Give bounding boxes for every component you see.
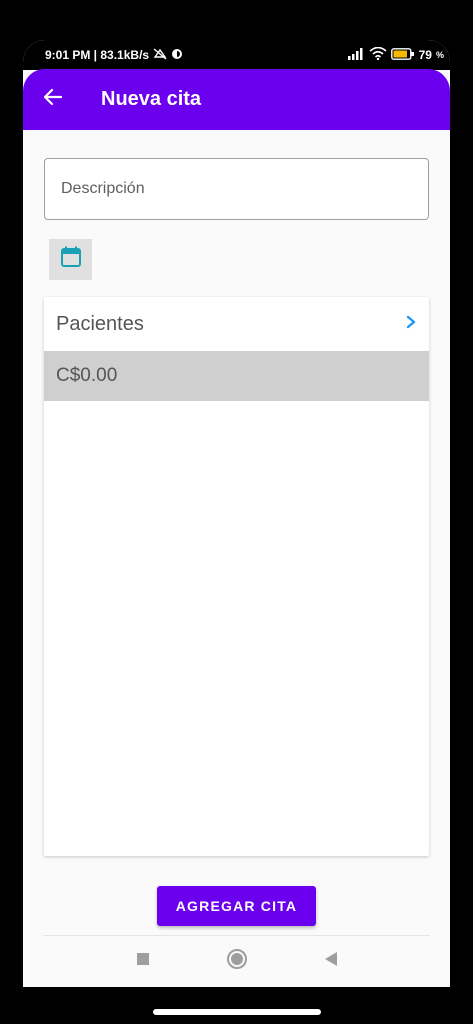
status-time-speed: 9:01 PM | 83.1kB/s xyxy=(45,48,150,62)
home-indicator[interactable] xyxy=(153,1009,321,1015)
status-left: 9:01 PM | 83.1kB/s xyxy=(45,47,183,63)
battery-icon xyxy=(390,47,415,63)
divider xyxy=(43,935,430,936)
mute-icon xyxy=(153,47,167,63)
sync-icon xyxy=(171,48,183,63)
status-right: 79% xyxy=(347,46,450,63)
square-icon xyxy=(136,952,150,971)
battery-unit: % xyxy=(435,50,444,60)
description-input[interactable] xyxy=(44,158,429,220)
patients-row[interactable]: Pacientes xyxy=(44,297,429,351)
back-nav-button[interactable] xyxy=(319,949,343,973)
phone-screen: 9:01 PM | 83.1kB/s 79% Nueva cita Descri… xyxy=(23,40,450,987)
add-appointment-button[interactable]: AGREGAR CITA xyxy=(157,886,316,926)
triangle-back-icon xyxy=(324,951,338,972)
price-value: C$0.00 xyxy=(56,365,118,386)
date-picker-button[interactable] xyxy=(49,239,92,280)
wifi-icon xyxy=(369,46,387,63)
recents-button[interactable] xyxy=(131,949,155,973)
page-title: Nueva cita xyxy=(101,88,202,110)
patients-label: Pacientes xyxy=(56,312,144,335)
chevron-right-icon xyxy=(405,315,417,334)
circle-icon xyxy=(226,948,248,975)
app-bar: Nueva cita xyxy=(23,69,450,130)
appointment-card: Pacientes C$0.00 xyxy=(44,297,429,856)
price-row: C$0.00 xyxy=(44,351,429,401)
back-arrow-icon xyxy=(43,88,63,111)
system-nav-bar xyxy=(23,938,450,984)
battery-level: 79 xyxy=(418,48,432,62)
signal-icon xyxy=(347,47,365,63)
status-bar: 9:01 PM | 83.1kB/s 79% xyxy=(23,40,450,70)
calendar-icon xyxy=(59,245,83,274)
back-button[interactable] xyxy=(23,69,83,130)
home-button[interactable] xyxy=(225,948,249,975)
